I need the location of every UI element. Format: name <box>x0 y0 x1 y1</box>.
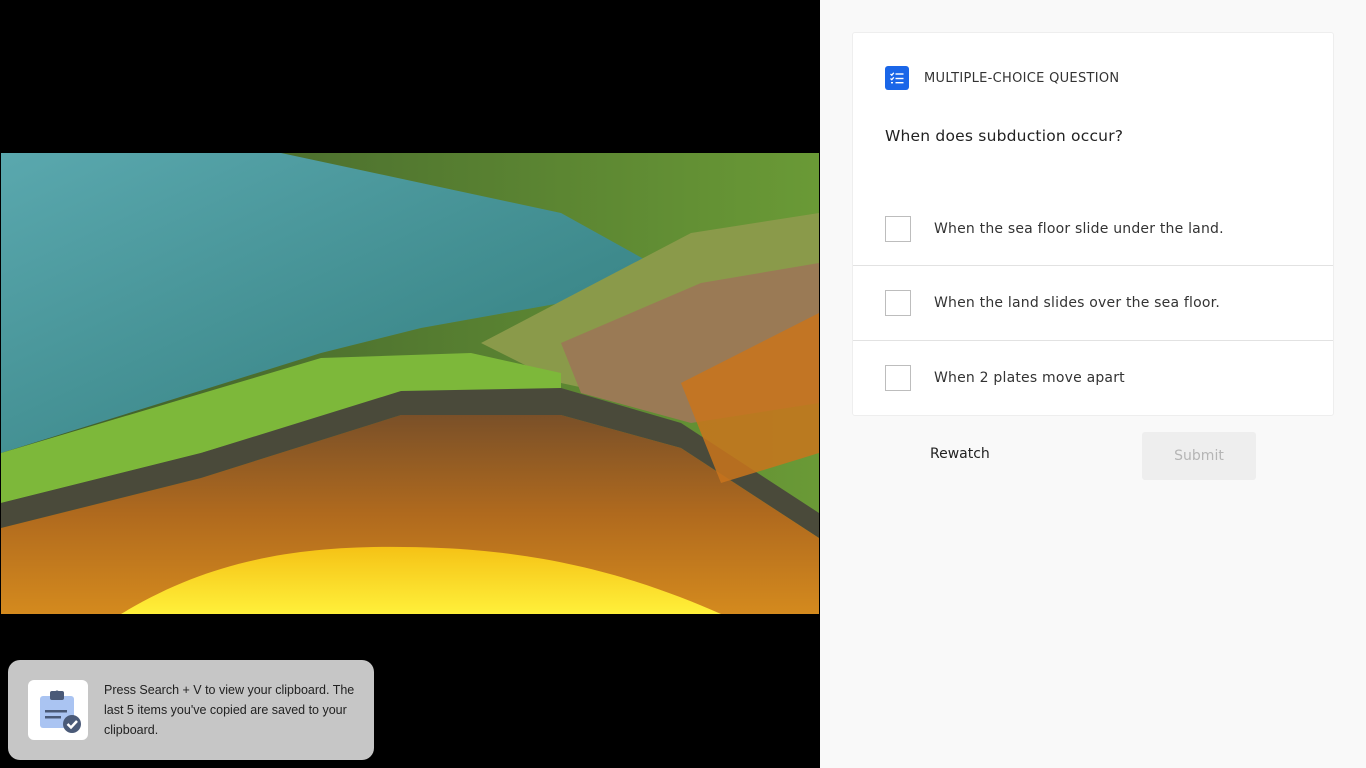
submit-button[interactable]: Submit <box>1142 432 1256 480</box>
rewatch-button[interactable]: Rewatch <box>930 446 990 462</box>
option-label: When the sea floor slide under the land. <box>934 220 1224 237</box>
video-illustration <box>1 153 819 614</box>
toast-message: Press Search + V to view your clipboard.… <box>104 683 355 737</box>
question-prompt: When does subduction occur? <box>885 127 1124 145</box>
question-panel: MULTIPLE-CHOICE QUESTION When does subdu… <box>820 0 1366 768</box>
answer-option-2[interactable]: When the land slides over the sea floor. <box>853 265 1333 340</box>
checklist-icon <box>885 66 909 90</box>
answer-option-1[interactable]: When the sea floor slide under the land. <box>853 191 1333 266</box>
video-frame[interactable] <box>1 153 819 614</box>
question-type-label: MULTIPLE-CHOICE QUESTION <box>924 70 1120 86</box>
question-header: MULTIPLE-CHOICE QUESTION <box>885 66 1119 90</box>
question-card: MULTIPLE-CHOICE QUESTION When does subdu… <box>852 32 1334 416</box>
option-checkbox[interactable] <box>885 215 911 242</box>
option-label: When the land slides over the sea floor. <box>934 295 1220 311</box>
option-checkbox[interactable] <box>885 290 911 316</box>
video-pane[interactable] <box>0 0 820 768</box>
option-label: When 2 plates move apart <box>934 370 1125 386</box>
option-checkbox[interactable] <box>885 365 911 391</box>
clipboard-toast[interactable]: Press Search + V to view your clipboard.… <box>8 660 374 760</box>
answer-option-3[interactable]: When 2 plates move apart <box>853 340 1333 415</box>
clipboard-check-icon <box>28 680 88 740</box>
